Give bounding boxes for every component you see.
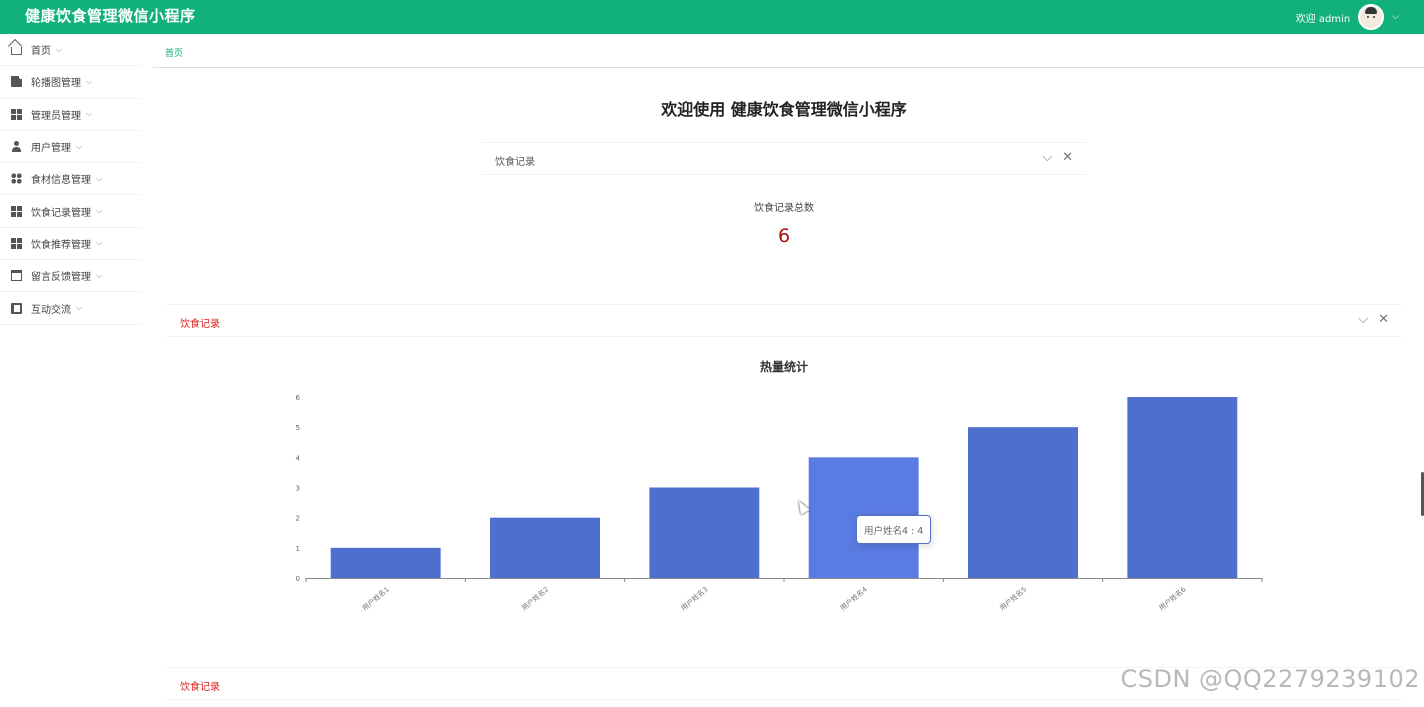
watermark: CSDN @QQ2279239102 — [1120, 665, 1420, 693]
chevron-down-icon: ⌵ — [76, 303, 83, 313]
x-tick-label: 用户姓名4 — [838, 584, 869, 612]
image-icon — [11, 75, 23, 88]
avatar[interactable] — [1358, 4, 1385, 30]
home-icon — [11, 47, 22, 56]
bar-chart: 0 1 2 3 4 5 6 用户姓名1 用户姓名2 用户姓名3 用户姓名4 用户姓名5 用户姓名6 — [296, 394, 1263, 613]
breadcrumb-bar: 首页 — [153, 34, 1424, 68]
y-tick-label: 4 — [296, 454, 301, 462]
user-menu[interactable]: 欢迎 admin ⌵ — [1296, 3, 1399, 31]
bar — [1127, 397, 1238, 578]
stat-value: 6 — [777, 225, 791, 247]
page-title: 欢迎使用 健康饮食管理微信小程序 — [661, 100, 907, 119]
y-tick-label: 0 — [296, 575, 300, 583]
x-tick-label: 用户姓名5 — [998, 585, 1029, 613]
sidebar: 首页 ⌵ 轮播图管理 ⌵ 管理员管理 ⌵ 用户管理 ⌵ 食材信息管理 ⌵ 饮食记… — [0, 34, 140, 707]
bar — [490, 517, 600, 578]
sidebar-item-label: 轮播图管理 — [31, 78, 81, 90]
welcome-user-text: 欢迎 admin — [1295, 13, 1351, 25]
chart-card-header: 饮食记录 ⌵ ✕ — [166, 304, 1403, 337]
chevron-down-icon[interactable]: ⌵ — [1358, 312, 1368, 328]
sidebar-item-feedback[interactable]: 留言反馈管理 ⌵ — [0, 260, 140, 293]
chart-card-tools: ⌵ ✕ — [1358, 312, 1389, 328]
sidebar-item-admins[interactable]: 管理员管理 ⌵ — [0, 99, 140, 131]
sidebar-item-label: 首页 — [31, 46, 51, 58]
chevron-down-icon: ⌵ — [76, 141, 83, 151]
table-icon — [11, 270, 22, 282]
user-icon — [11, 141, 22, 153]
sidebar-item-label: 互动交流 — [31, 304, 71, 316]
bar — [649, 487, 760, 578]
chevron-down-icon: ⌵ — [96, 173, 103, 183]
close-icon[interactable]: ✕ — [1062, 150, 1073, 166]
sidebar-item-users[interactable]: 用户管理 ⌵ — [0, 131, 140, 164]
top-header: 健康饮食管理微信小程序 欢迎 admin ⌵ — [0, 0, 1424, 34]
grid-icon — [11, 108, 22, 120]
chevron-down-icon[interactable]: ⌵ — [1042, 150, 1052, 166]
y-tick-label: 3 — [296, 485, 300, 493]
y-tick-label: 1 — [296, 545, 300, 553]
sidebar-item-ingredients[interactable]: 食材信息管理 ⌵ — [0, 163, 140, 196]
sidebar-item-carousel[interactable]: 轮播图管理 ⌵ — [0, 66, 140, 99]
chevron-down-icon: ⌵ — [96, 238, 103, 248]
chevron-down-icon: ⌵ — [56, 44, 63, 54]
sidebar-item-diet-records[interactable]: 饮食记录管理 ⌵ — [0, 195, 140, 228]
sidebar-item-diet-recommend[interactable]: 饮食推荐管理 ⌵ — [0, 228, 140, 261]
x-tick-label: 用户姓名3 — [679, 585, 710, 613]
grid-icon — [11, 237, 22, 249]
bottom-card-title: 饮食记录 — [180, 682, 220, 693]
sidebar-item-forum[interactable]: 互动交流 ⌵ — [0, 292, 140, 325]
stat-card-header: 饮食记录 ⌵ ✕ — [481, 142, 1087, 175]
chart-title: 热量统计 — [759, 360, 808, 374]
close-icon[interactable]: ✕ — [1378, 312, 1389, 328]
x-tick-label: 用户姓名1 — [360, 585, 391, 613]
chevron-down-icon[interactable]: ⌵ — [1392, 12, 1399, 22]
breadcrumb[interactable]: 首页 — [165, 46, 183, 59]
y-tick-label: 5 — [296, 424, 300, 432]
grid-icon — [11, 205, 22, 217]
y-tick-label: 6 — [296, 394, 301, 402]
bar — [330, 547, 441, 578]
sidebar-item-label: 留言反馈管理 — [31, 272, 91, 284]
x-tick-label: 用户姓名2 — [520, 585, 551, 613]
dots-icon — [11, 173, 22, 185]
sidebar-item-label: 饮食推荐管理 — [31, 239, 91, 251]
x-tick-label: 用户姓名6 — [1157, 584, 1188, 612]
sidebar-item-label: 用户管理 — [31, 143, 71, 155]
sidebar-item-label: 食材信息管理 — [31, 175, 91, 187]
chevron-down-icon: ⌵ — [86, 109, 93, 119]
book-icon — [11, 302, 22, 314]
chevron-down-icon: ⌵ — [96, 206, 103, 216]
stat-label: 饮食记录总数 — [754, 203, 814, 214]
sidebar-item-home[interactable]: 首页 ⌵ — [0, 34, 140, 67]
sidebar-item-label: 管理员管理 — [31, 110, 81, 122]
chart-tooltip: 用户姓名4 : 4 — [856, 515, 932, 544]
bar — [968, 427, 1078, 578]
sidebar-item-label: 饮食记录管理 — [31, 207, 91, 219]
stat-card-title: 饮食记录 — [495, 157, 535, 168]
chevron-down-icon: ⌵ — [96, 270, 103, 280]
app-title: 健康饮食管理微信小程序 — [25, 7, 196, 25]
y-tick-label: 2 — [296, 515, 300, 523]
chevron-down-icon: ⌵ — [86, 76, 93, 86]
stat-card-tools: ⌵ ✕ — [1042, 150, 1073, 166]
chart-card-title: 饮食记录 — [180, 319, 220, 330]
